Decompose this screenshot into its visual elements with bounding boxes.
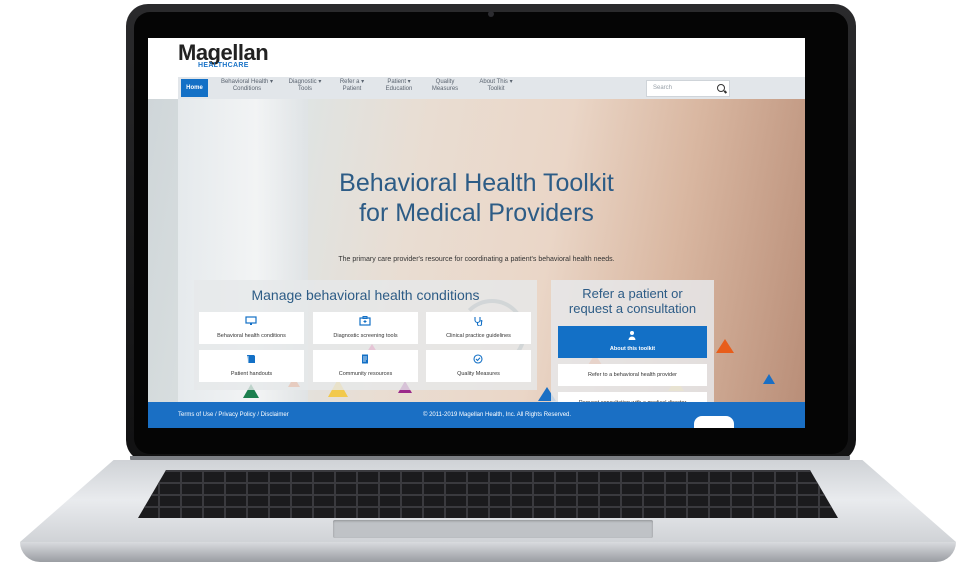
refer-heading: Refer a patient or	[582, 286, 683, 301]
nav-item-line1: Diagnostic ▾	[288, 79, 322, 85]
manage-conditions-panel: Manage behavioral health conditions Beha…	[194, 280, 537, 390]
laptop-base-front	[20, 542, 956, 562]
tile-community-resources[interactable]: Community resources	[313, 350, 418, 382]
search-box[interactable]: Search	[646, 80, 730, 97]
document-icon	[359, 354, 371, 364]
nav-behavioral-health-conditions[interactable]: Behavioral Health ▾ Conditions	[217, 79, 277, 93]
trackpad	[333, 520, 653, 538]
page-title: Behavioral Health Toolkit	[339, 169, 614, 197]
tagline: The primary care provider's resource for…	[338, 256, 615, 263]
doctor-icon	[627, 330, 637, 342]
tile-patient-handouts[interactable]: Patient handouts	[199, 350, 304, 382]
brand-logo-sub: HEALTHCARE	[198, 62, 249, 69]
refer-provider-button[interactable]: Refer to a behavioral health provider	[558, 364, 707, 386]
search-input[interactable]: Search	[653, 85, 672, 91]
check-circle-icon	[472, 354, 484, 364]
nav-about-this-toolkit[interactable]: About This ▾ Toolkit	[471, 79, 521, 93]
nav-item-line1: Patient ▾	[387, 79, 411, 85]
nav-diagnostic-tools[interactable]: Diagnostic ▾ Tools	[285, 79, 325, 93]
confetti-triangle	[763, 374, 775, 384]
tile-label: Clinical practice guidelines	[446, 333, 511, 339]
tile-label: Behavioral health conditions	[217, 333, 286, 339]
tile-label: Patient handouts	[230, 371, 273, 377]
confetti-triangle	[716, 339, 734, 353]
nav-patient-education[interactable]: Patient ▾ Education	[379, 79, 419, 93]
tile-clinical-practice-guidelines[interactable]: Clinical practice guidelines	[426, 312, 531, 344]
tile-diagnostic-screening-tools[interactable]: Diagnostic screening tools	[313, 312, 418, 344]
tile-label: Community resources	[338, 371, 393, 377]
manage-heading: Manage behavioral health conditions	[251, 287, 480, 303]
book-icon	[245, 354, 257, 364]
nav-item-line2: Tools	[297, 86, 312, 92]
tile-quality-measures[interactable]: Quality Measures	[426, 350, 531, 382]
nav-item-line2: Education	[385, 86, 413, 92]
footer: Terms of Use / Privacy Policy / Disclaim…	[148, 402, 805, 428]
medical-kit-icon	[359, 316, 371, 326]
nav-item-line1: Behavioral Health ▾	[220, 79, 274, 85]
search-icon[interactable]	[717, 84, 725, 92]
footer-links[interactable]: Terms of Use / Privacy Policy / Disclaim…	[178, 412, 289, 418]
stethoscope-icon	[472, 316, 484, 327]
nav-refer-a-patient[interactable]: Refer a ▾ Patient	[332, 79, 372, 93]
nav-item-line2: Toolkit	[487, 86, 505, 92]
nav-item-line2: Patient	[342, 86, 362, 92]
nav-item-line2: Conditions	[232, 86, 262, 92]
about-toolkit-button[interactable]: About this toolkit	[558, 326, 707, 358]
main-nav: Home Behavioral Health ▾ Conditions Diag…	[178, 77, 805, 99]
hero: Behavioral Health Toolkit for Medical Pr…	[148, 99, 805, 425]
nav-item-line2: Measures	[431, 86, 459, 92]
tile-label: Quality Measures	[457, 371, 500, 377]
nav-item-line1: Refer a ▾	[339, 79, 365, 85]
nav-quality-measures[interactable]: Quality Measures	[425, 79, 465, 93]
screen: Magellan HEALTHCARE Home Behavioral Heal…	[148, 38, 805, 428]
monitor-icon	[245, 316, 257, 326]
copyright: © 2011-2019 Magellan Health, Inc. All Ri…	[423, 412, 572, 418]
about-toolkit-label: About this toolkit	[609, 346, 656, 352]
nav-item-line1: About This ▾	[479, 79, 513, 85]
page-title-line2: for Medical Providers	[359, 199, 594, 227]
nav-item-line1: Quality	[435, 79, 455, 85]
accreditation-badge	[694, 416, 734, 428]
camera-icon	[488, 11, 494, 17]
refer-heading-line2: request a consultation	[568, 301, 697, 316]
tile-behavioral-health-conditions[interactable]: Behavioral health conditions	[199, 312, 304, 344]
nav-home[interactable]: Home	[181, 79, 208, 97]
header: Magellan HEALTHCARE	[148, 38, 805, 76]
tile-label: Diagnostic screening tools	[333, 333, 398, 339]
keyboard	[138, 470, 838, 518]
